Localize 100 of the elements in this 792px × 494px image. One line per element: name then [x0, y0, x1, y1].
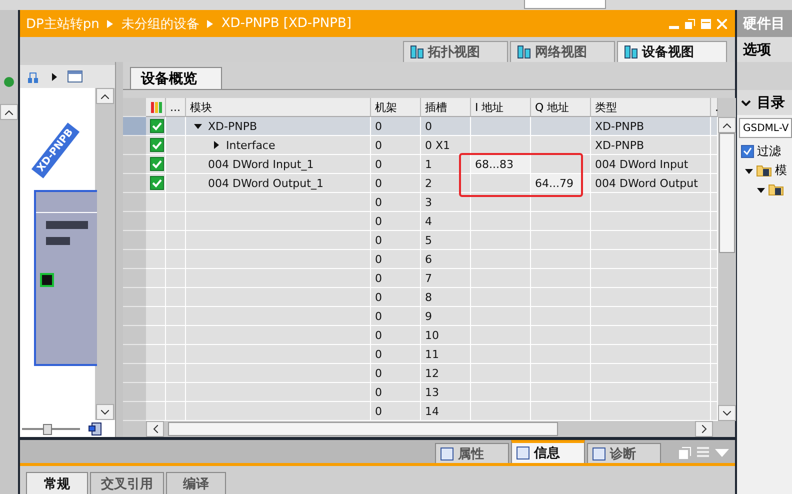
- chevron-left-icon: [152, 425, 158, 433]
- row-header[interactable]: [123, 364, 146, 383]
- row-header[interactable]: [123, 155, 146, 174]
- row-header[interactable]: [123, 345, 146, 364]
- column-header[interactable]: 模块: [186, 98, 371, 117]
- tree-item[interactable]: 模: [737, 161, 792, 180]
- view-tab[interactable]: 拓扑视图: [403, 41, 508, 62]
- row-header[interactable]: [123, 212, 146, 231]
- status-ok-icon: [150, 176, 164, 190]
- scroll-up-button[interactable]: [718, 117, 736, 133]
- table-cell: [531, 231, 591, 250]
- close-icon[interactable]: [717, 18, 727, 28]
- scroll-down-button[interactable]: [718, 405, 736, 421]
- table-cell: [471, 326, 531, 345]
- scroll-up-button[interactable]: [96, 88, 114, 104]
- row-header[interactable]: [123, 231, 146, 250]
- search-field[interactable]: [524, 0, 606, 9]
- scroll-up-button[interactable]: [0, 104, 18, 120]
- overview-tab[interactable]: 设备概览: [130, 67, 222, 89]
- chevron-up-icon: [723, 122, 731, 128]
- inspector-tab[interactable]: 诊断: [587, 443, 661, 463]
- device-module[interactable]: [34, 190, 97, 366]
- dropdown-icon[interactable]: [715, 449, 729, 457]
- view-tab[interactable]: 网络视图: [510, 41, 615, 62]
- table-cell: 0: [371, 193, 421, 212]
- row-header[interactable]: [123, 117, 146, 136]
- table-cell: 004 DWord Input: [591, 155, 711, 174]
- scroll-right-button[interactable]: [695, 421, 713, 437]
- column-header[interactable]: ...: [166, 98, 186, 117]
- inspector-subtab[interactable]: 交叉引用: [90, 472, 164, 494]
- table-cell: 4: [421, 212, 471, 231]
- row-header[interactable]: [123, 174, 146, 193]
- table-cell: [471, 212, 531, 231]
- scroll-thumb[interactable]: [719, 133, 735, 253]
- list-icon[interactable]: [697, 447, 709, 459]
- table-cell: [531, 402, 591, 421]
- table-cell: [166, 307, 186, 326]
- row-header[interactable]: [123, 269, 146, 288]
- breadcrumb-separator-icon: [107, 20, 114, 28]
- row-header[interactable]: [123, 136, 146, 155]
- column-header[interactable]: .: [711, 98, 718, 117]
- maximize-icon[interactable]: [701, 18, 711, 28]
- row-header[interactable]: [123, 193, 146, 212]
- catalog-title: 目录: [757, 94, 785, 112]
- table-cell: [531, 345, 591, 364]
- row-header[interactable]: [123, 288, 146, 307]
- scroll-bar[interactable]: [95, 88, 115, 420]
- inspector-subtab[interactable]: 编译: [166, 472, 226, 494]
- inspector-tab[interactable]: 属性: [435, 443, 509, 463]
- tab-icon: [440, 446, 454, 460]
- table-cell: [166, 326, 186, 345]
- inspector-tab[interactable]: 信息: [511, 440, 585, 463]
- filter-checkbox[interactable]: [741, 144, 754, 158]
- column-header[interactable]: Q 地址: [531, 98, 591, 117]
- table-cell: 12: [421, 364, 471, 383]
- status-ok-icon: [150, 157, 164, 171]
- table-cell: [531, 269, 591, 288]
- table-cell: 5: [421, 231, 471, 250]
- column-header[interactable]: 插槽: [421, 98, 471, 117]
- table-cell: [471, 364, 531, 383]
- view-tab[interactable]: 设备视图: [617, 41, 727, 62]
- expanded-arrow-icon[interactable]: [757, 186, 765, 194]
- scroll-down-button[interactable]: [96, 404, 114, 420]
- panel-title: 硬件目: [737, 10, 792, 37]
- float-icon[interactable]: [679, 447, 691, 459]
- row-header[interactable]: [123, 307, 146, 326]
- column-header[interactable]: 机架: [371, 98, 421, 117]
- row-header[interactable]: [123, 326, 146, 345]
- table-cell: 0: [371, 231, 421, 250]
- column-header[interactable]: I 地址: [471, 98, 531, 117]
- options-header[interactable]: 选项: [737, 37, 792, 62]
- scroll-bar[interactable]: [718, 98, 736, 421]
- expanded-arrow-icon[interactable]: [194, 122, 202, 130]
- column-header[interactable]: 类型: [591, 98, 711, 117]
- restore-icon[interactable]: [685, 18, 695, 28]
- zoom-slider-thumb[interactable]: [42, 424, 52, 434]
- scroll-thumb[interactable]: [168, 422, 558, 436]
- table-cell: 11: [421, 345, 471, 364]
- catalog-search-field[interactable]: GSDML-V: [739, 118, 792, 138]
- table-cell: 3: [421, 193, 471, 212]
- expanded-arrow-icon[interactable]: [745, 166, 753, 174]
- row-header[interactable]: [123, 250, 146, 269]
- status-ok-icon: [150, 119, 164, 133]
- table-cell: 7: [421, 269, 471, 288]
- overview-icon[interactable]: [88, 422, 102, 436]
- catalog-header[interactable]: 目录: [737, 90, 792, 115]
- table-cell: [471, 174, 531, 193]
- row-header[interactable]: [123, 383, 146, 402]
- inspector-subtab[interactable]: 常规: [26, 472, 88, 494]
- chevron-up-icon: [101, 94, 109, 98]
- expand-arrow-icon[interactable]: [52, 72, 57, 80]
- table-cell: [471, 250, 531, 269]
- toolbar-icon[interactable]: [3, 76, 15, 88]
- table-view-icon[interactable]: [67, 70, 83, 84]
- table-cell: 0: [371, 364, 421, 383]
- scroll-left-button[interactable]: [146, 421, 164, 437]
- table-cell: 0: [371, 326, 421, 345]
- collapsed-arrow-icon[interactable]: [212, 141, 220, 149]
- scroll-bar[interactable]: [123, 421, 735, 437]
- table-cell: [471, 231, 531, 250]
